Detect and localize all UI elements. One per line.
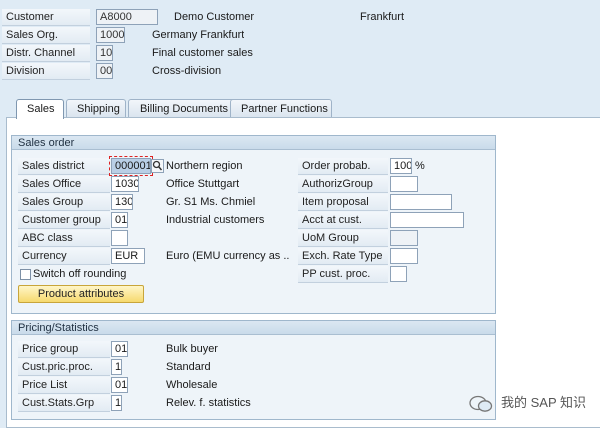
- sales-order-title: Sales order: [12, 136, 495, 150]
- abc-class-label: ABC class: [18, 230, 110, 247]
- order-probab-field[interactable]: 100: [390, 158, 412, 174]
- sales-group-field[interactable]: 130: [111, 194, 133, 210]
- pricing-statistics-title: Pricing/Statistics: [12, 321, 495, 335]
- currency-field[interactable]: EUR: [111, 248, 145, 264]
- division-label: Division: [2, 63, 90, 80]
- pp-cust-proc-label: PP cust. proc.: [298, 266, 388, 283]
- tab-shipping[interactable]: Shipping: [66, 99, 126, 118]
- search-help-button[interactable]: [151, 159, 164, 173]
- cust-stats-grp-desc: Relev. f. statistics: [166, 397, 251, 409]
- sales-district-desc: Northern region: [166, 160, 243, 172]
- price-list-desc: Wholesale: [166, 379, 218, 391]
- acct-at-cust-field[interactable]: [390, 212, 464, 228]
- product-attributes-button[interactable]: Product attributes: [18, 285, 144, 303]
- cust-stats-grp-label: Cust.Stats.Grp: [18, 395, 110, 412]
- switch-off-rounding-checkbox[interactable]: [20, 269, 31, 280]
- sales-order-group: Sales order Sales district 000001 Northe…: [11, 135, 496, 314]
- sales-group-desc: Gr. S1 Ms. Chmiel: [166, 196, 256, 208]
- pp-cust-proc-field[interactable]: [390, 266, 407, 282]
- customer-city: Frankfurt: [360, 11, 405, 23]
- distr-channel-field[interactable]: 10: [96, 45, 113, 61]
- customer-group-field[interactable]: 01: [111, 212, 128, 228]
- watermark: 我的 SAP 知识: [469, 392, 586, 414]
- item-proposal-field[interactable]: [390, 194, 452, 210]
- tab-content-sales: Sales order Sales district 000001 Northe…: [6, 117, 600, 428]
- acct-at-cust-label: Acct at cust.: [298, 212, 388, 229]
- customer-name: Demo Customer: [174, 11, 255, 23]
- authoriz-group-label: AuthorizGroup: [298, 176, 388, 193]
- price-group-desc: Bulk buyer: [166, 343, 218, 355]
- exch-rate-type-label: Exch. Rate Type: [298, 248, 388, 265]
- currency-label: Currency: [18, 248, 110, 265]
- authoriz-group-field[interactable]: [390, 176, 418, 192]
- cust-pric-proc-desc: Standard: [166, 361, 211, 373]
- price-list-label: Price List: [18, 377, 110, 394]
- customer-group-desc: Industrial customers: [166, 214, 265, 226]
- cust-pric-proc-field[interactable]: 1: [111, 359, 122, 375]
- order-probab-unit: %: [415, 160, 425, 172]
- uom-group-field[interactable]: [390, 230, 418, 246]
- switch-off-rounding-label: Switch off rounding: [33, 268, 127, 280]
- customer-label: Customer: [2, 9, 90, 26]
- customer-group-label: Customer group: [18, 212, 110, 229]
- cust-stats-grp-field[interactable]: 1: [111, 395, 122, 411]
- sales-district-field[interactable]: 000001: [109, 156, 153, 176]
- sales-office-label: Sales Office: [18, 176, 110, 193]
- tab-billing-documents[interactable]: Billing Documents: [128, 99, 240, 118]
- exch-rate-type-field[interactable]: [390, 248, 418, 264]
- uom-group-label: UoM Group: [298, 230, 388, 247]
- customer-field[interactable]: A8000: [96, 9, 158, 25]
- division-field[interactable]: 00: [96, 63, 113, 79]
- pricing-statistics-group: Pricing/Statistics Price group 01 Bulk b…: [11, 320, 496, 420]
- tab-sales[interactable]: Sales: [16, 99, 64, 119]
- tab-partner-functions[interactable]: Partner Functions: [230, 99, 332, 118]
- currency-desc: Euro (EMU currency as ..: [166, 250, 290, 262]
- sales-district-label: Sales district: [18, 158, 110, 175]
- sales-org-desc: Germany Frankfurt: [152, 29, 245, 41]
- price-group-label: Price group: [18, 341, 110, 358]
- sales-org-label: Sales Org.: [2, 27, 90, 44]
- price-group-field[interactable]: 01: [111, 341, 128, 357]
- chat-bubble-icon: [469, 395, 493, 412]
- sales-office-field[interactable]: 1030: [111, 176, 139, 192]
- distr-channel-desc: Final customer sales: [152, 47, 253, 59]
- sales-group-label: Sales Group: [18, 194, 110, 211]
- distr-channel-label: Distr. Channel: [2, 45, 90, 62]
- item-proposal-label: Item proposal: [298, 194, 388, 211]
- watermark-text: 我的 SAP 知识: [500, 395, 586, 410]
- cust-pric-proc-label: Cust.pric.proc.: [18, 359, 110, 376]
- sales-org-field[interactable]: 1000: [96, 27, 125, 43]
- sales-office-desc: Office Stuttgart: [166, 178, 240, 190]
- price-list-field[interactable]: 01: [111, 377, 128, 393]
- search-icon: [152, 160, 163, 171]
- abc-class-field[interactable]: [111, 230, 128, 246]
- order-probab-label: Order probab.: [298, 158, 388, 175]
- division-desc: Cross-division: [152, 65, 222, 77]
